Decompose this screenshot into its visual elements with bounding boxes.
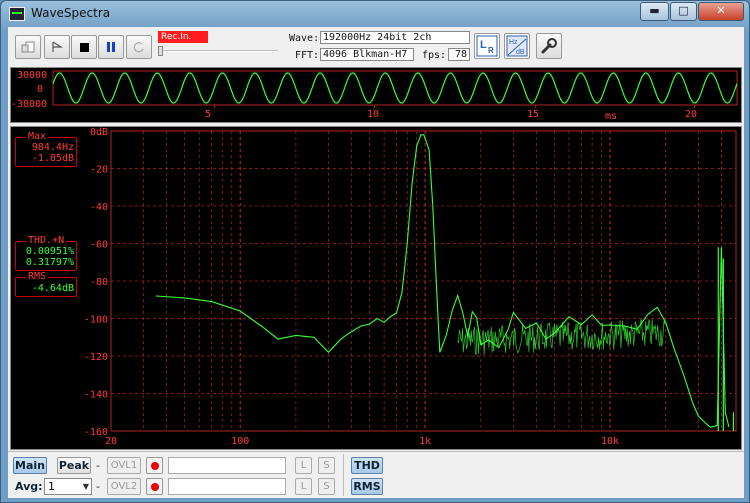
record-dot-2[interactable] (146, 478, 163, 495)
dash-1: - (96, 459, 100, 472)
wave-x-tick-20: 20 (685, 109, 698, 120)
main-window: WaveSpectra ▬ □ ✕ Rec.In. Wave: 192000Hz… (0, 0, 750, 503)
avg-select-value: 1 (48, 480, 55, 493)
app-icon (9, 7, 25, 21)
ovl2-indicator: OVL2 (107, 478, 141, 495)
spectrum-x-tick-label: 1k (419, 436, 431, 447)
close-button[interactable]: ✕ (698, 2, 744, 21)
thd-value-2: 0.31797% (25, 257, 74, 268)
spectrum-y-tick-label: -100 (84, 315, 108, 326)
settings-button[interactable] (536, 33, 562, 59)
svg-text:R: R (488, 46, 494, 55)
rms-button[interactable]: RMS (351, 478, 383, 495)
level-meter-1 (168, 457, 286, 474)
wave-x-tick-15: 15 (527, 109, 540, 120)
avg-select[interactable]: 1 ▼ (44, 478, 92, 495)
wave-x-tick-5: 5 (205, 109, 212, 120)
stop-button[interactable] (71, 35, 97, 59)
window-title: WaveSpectra (31, 6, 111, 20)
stop-icon (80, 43, 89, 52)
wrench-icon (541, 38, 557, 54)
lr-channel-icon: LR (476, 35, 498, 57)
spectrum-x-tick-label: 10k (601, 436, 619, 447)
max-readout: Max 984.4Hz -1.85dB (15, 131, 77, 167)
bottom-divider (343, 454, 344, 496)
spectrum-panel: 0dB -20 -40 -60 -80 -100 -120 -140 -160 20 100 1k 10… (10, 126, 742, 450)
maximize-button[interactable]: □ (670, 2, 697, 21)
waveform-panel: 30000 0 -30000 5 10 15 ms 20 (10, 67, 742, 123)
fft-label: FFT: (295, 50, 320, 61)
chevron-down-icon: ▼ (82, 482, 89, 491)
pause-icon (107, 42, 115, 52)
avg-label: Avg: (15, 480, 43, 493)
thd-value-1: 0.00951% (25, 246, 74, 257)
minimize-button[interactable]: ▬ (640, 2, 669, 21)
thd-title: THD.+N (26, 235, 67, 246)
spectrum-y-tick-label: 0dB (90, 127, 108, 138)
svg-text:Hz: Hz (509, 39, 518, 46)
open-file-icon (21, 41, 35, 53)
open-file-button[interactable] (15, 35, 41, 59)
peak-button[interactable]: Peak (57, 457, 91, 474)
ovl1-indicator: OVL1 (107, 457, 141, 474)
fps-display: 78 (448, 48, 470, 61)
rms-title: RMS (26, 271, 49, 282)
s-button-2[interactable]: S (318, 478, 335, 495)
spectrum-y-tick-label: -80 (90, 277, 108, 288)
record-dot-1[interactable] (146, 457, 163, 474)
wave-format-display: 192000Hz 24bit 2ch (320, 31, 470, 44)
max-title: Max (26, 131, 49, 142)
wave-label: Wave: (289, 33, 320, 44)
level-meter-2 (168, 478, 286, 495)
spectrum-x-tick-label: 100 (231, 436, 249, 447)
spectrum-y-tick-label: -20 (90, 165, 108, 176)
spectrum-y-tick-label: -120 (84, 352, 108, 363)
waveform-trace (52, 72, 738, 104)
pause-button[interactable] (98, 35, 124, 59)
spectrum-plot: 0dB-20-40-60-80-100-120-140-16020 100 1k 10… (84, 127, 737, 447)
spectrum-y-tick-label: -40 (90, 202, 108, 213)
loop-icon (133, 42, 144, 53)
spectrum-y-tick-label: -140 (84, 390, 108, 401)
svg-text:L: L (480, 39, 487, 51)
wave-x-tick-10: 10 (367, 109, 380, 120)
thd-readout: THD.+N 0.00951% 0.31797% (15, 235, 77, 271)
rms-readout: RMS -4.64dB (15, 271, 77, 297)
main-button[interactable]: Main (13, 457, 47, 474)
record-input-label: Rec.In. (158, 31, 208, 43)
lr-channel-button[interactable]: LR (474, 33, 500, 59)
wave-frame (52, 70, 738, 106)
l-button-2[interactable]: L (295, 478, 312, 495)
hz-db-scale-button[interactable]: Hz dB (504, 33, 530, 59)
play-icon (52, 41, 64, 52)
play-button[interactable] (44, 35, 70, 59)
client-area: Rec.In. Wave: 192000Hz 24bit 2ch FFT: 40… (8, 27, 744, 498)
hz-db-scale-icon: Hz dB (506, 35, 528, 57)
bottom-controls: Main Peak - OVL1 L S THD Avg: 1 ▼ - OVL2… (8, 451, 744, 498)
fps-label: fps: (422, 50, 447, 61)
dash-2: - (96, 480, 100, 493)
max-level: -1.85dB (31, 153, 74, 164)
position-slider-thumb[interactable] (158, 46, 163, 56)
spectrum-y-tick-label: -60 (90, 240, 108, 251)
svg-text:dB: dB (516, 49, 525, 56)
wave-x-unit: ms (605, 111, 618, 122)
max-frequency: 984.4Hz (31, 142, 74, 153)
spectrum-x-tick-label: 20 (105, 436, 117, 447)
position-slider-track[interactable] (158, 50, 278, 52)
rms-value: -4.64dB (31, 283, 74, 294)
l-button-1[interactable]: L (295, 457, 312, 474)
loop-button[interactable] (126, 35, 152, 59)
thd-button[interactable]: THD (351, 457, 383, 474)
spectrum-noise-trace (457, 318, 666, 356)
fft-setting-display[interactable]: 4096 Blkman-H7 (320, 48, 414, 61)
title-bar[interactable]: WaveSpectra ▬ □ ✕ (1, 1, 749, 27)
s-button-1[interactable]: S (318, 457, 335, 474)
